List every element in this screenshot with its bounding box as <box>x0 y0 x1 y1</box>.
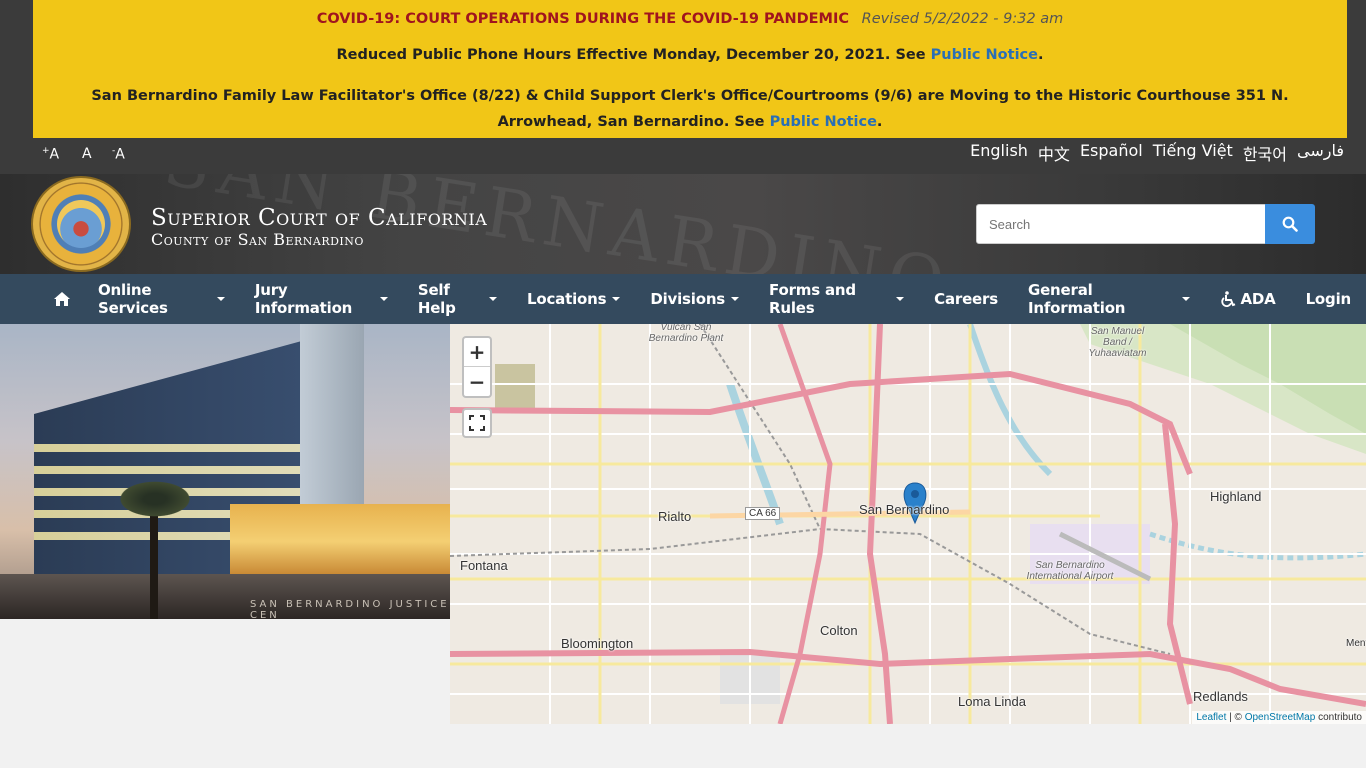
nav-login[interactable]: Login <box>1291 274 1366 324</box>
caret-down-icon <box>379 297 388 301</box>
caret-down-icon <box>489 297 498 301</box>
map-label-colton: Colton <box>820 623 858 638</box>
nav-self-help[interactable]: Self Help <box>403 274 512 324</box>
search-icon <box>1282 216 1298 232</box>
fullscreen-icon <box>469 415 485 431</box>
search-input[interactable] <box>976 204 1266 244</box>
map-tiles <box>450 324 1366 724</box>
nav-ada[interactable]: ADA <box>1205 274 1291 324</box>
openstreetmap-link[interactable]: OpenStreetMap <box>1245 712 1316 723</box>
period: . <box>1037 47 1044 63</box>
phone-public-notice-link[interactable]: Public Notice <box>931 47 1038 63</box>
zoom-in-button[interactable]: + <box>464 338 490 367</box>
map-label-bloomington: Bloomington <box>561 636 634 651</box>
site-header: SAN BERNARDINO Superior Court of Califor… <box>0 174 1366 274</box>
lang-korean[interactable]: 한국어 <box>1243 141 1287 165</box>
court-seal-logo[interactable] <box>31 176 131 272</box>
nav-home[interactable] <box>38 274 83 324</box>
nav-locations[interactable]: Locations <box>512 274 635 324</box>
moving-public-notice-link[interactable]: Public Notice <box>770 114 877 130</box>
moving-text: San Bernardino Family Law Facilitator's … <box>91 88 1289 130</box>
map-label-loma-linda: Loma Linda <box>958 694 1026 709</box>
font-increase-button[interactable]: +A <box>42 146 77 163</box>
home-icon <box>54 292 70 306</box>
nav-online-services[interactable]: Online Services <box>83 274 240 324</box>
zoom-out-button[interactable]: − <box>464 367 490 396</box>
caret-down-icon <box>612 297 621 301</box>
font-size-controls: +A A -A <box>42 146 147 163</box>
main-navigation: Online Services Jury Information Self He… <box>0 274 1366 324</box>
language-selector: English 中文 Español Tiếng Việt 한국어 فارسی <box>970 141 1344 165</box>
search-button[interactable] <box>1265 204 1315 244</box>
map-label-fontana: Fontana <box>460 558 508 573</box>
lang-vietnamese[interactable]: Tiếng Việt <box>1153 141 1233 165</box>
nav-general-information[interactable]: General Information <box>1013 274 1205 324</box>
fullscreen-button[interactable] <box>462 408 492 438</box>
courthouse-photo: SAN BERNARDINO JUSTICE CEN <box>0 324 450 619</box>
nav-careers[interactable]: Careers <box>919 274 1013 324</box>
caret-down-icon <box>1181 297 1190 301</box>
covid-alert-line: COVID-19: COURT OPERATIONS DURING THE CO… <box>33 11 1347 27</box>
lang-chinese[interactable]: 中文 <box>1038 141 1070 165</box>
caret-down-icon <box>216 297 225 301</box>
covid-operations-link[interactable]: COVID-19: COURT OPERATIONS DURING THE CO… <box>317 11 849 27</box>
leaflet-link[interactable]: Leaflet <box>1196 712 1226 723</box>
map-label-san-manuel: San Manuel Band / Yuhaaviatam <box>1088 326 1147 359</box>
court-subtitle[interactable]: County of San Bernardino <box>151 230 364 249</box>
map-label-redlands: Redlands <box>1193 689 1248 704</box>
wheelchair-icon <box>1220 291 1235 307</box>
map-label-vulcan: Vulcan San Bernardino Plant <box>648 324 724 344</box>
nav-divisions[interactable]: Divisions <box>635 274 754 324</box>
revised-date: Revised 5/2/2022 - 9:32 am <box>861 11 1064 27</box>
map-label-airport: San Bernardino International Airport <box>1026 560 1114 582</box>
map-label-rialto: Rialto <box>658 509 692 524</box>
lang-farsi[interactable]: فارسی <box>1297 141 1344 165</box>
phone-hours-notice: Reduced Public Phone Hours Effective Mon… <box>33 47 1347 63</box>
font-decrease-button[interactable]: -A <box>112 146 147 163</box>
lang-spanish[interactable]: Español <box>1080 141 1143 165</box>
lang-english[interactable]: English <box>970 141 1028 165</box>
map-attribution: Leaflet | © OpenStreetMap contributo <box>1192 711 1366 724</box>
building-sign: SAN BERNARDINO JUSTICE CEN <box>250 599 450 619</box>
court-title[interactable]: Superior Court of California <box>151 205 487 231</box>
font-normal-button[interactable]: A <box>77 146 112 163</box>
map-label-mentone: Ment <box>1346 638 1366 649</box>
map-label-highland: Highland <box>1210 489 1262 504</box>
alert-banner: COVID-19: COURT OPERATIONS DURING THE CO… <box>33 0 1347 138</box>
period: . <box>876 114 883 130</box>
caret-down-icon <box>731 297 740 301</box>
nav-forms-and-rules[interactable]: Forms and Rules <box>754 274 919 324</box>
location-map[interactable]: San Bernardino Rialto Fontana Highland C… <box>450 324 1366 724</box>
map-label-san-bernardino: San Bernardino <box>859 502 950 517</box>
nav-jury-information[interactable]: Jury Information <box>240 274 403 324</box>
caret-down-icon <box>896 297 905 301</box>
moving-notice: San Bernardino Family Law Facilitator's … <box>63 83 1317 135</box>
map-label-ca66-shield: CA 66 <box>745 507 781 520</box>
map-zoom-control: + − <box>462 336 492 398</box>
phone-hours-text: Reduced Public Phone Hours Effective Mon… <box>336 47 931 63</box>
